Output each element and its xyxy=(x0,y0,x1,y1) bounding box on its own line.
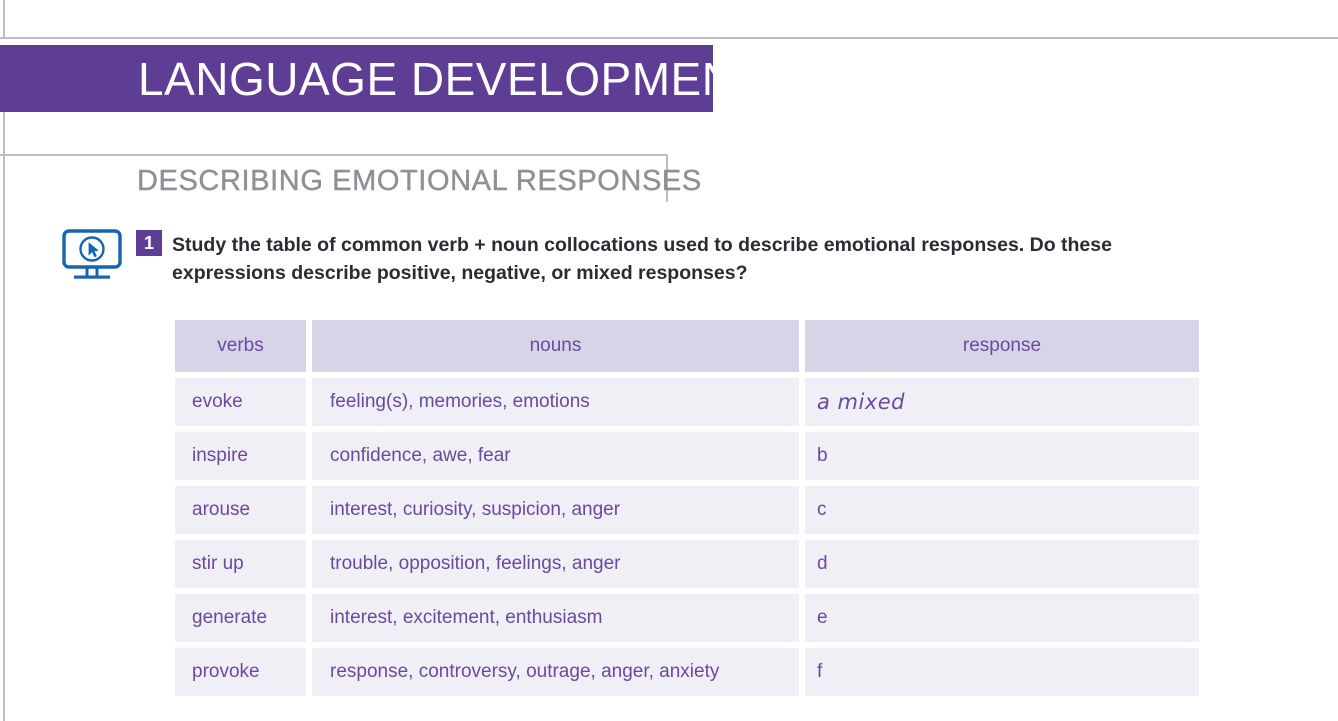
response-cell[interactable]: f xyxy=(805,648,1199,696)
response-cell[interactable]: d xyxy=(805,540,1199,588)
verb-cell: arouse xyxy=(175,486,306,534)
response-cell[interactable]: e xyxy=(805,594,1199,642)
verb-cell: inspire xyxy=(175,432,306,480)
table-row: evoke feeling(s), memories, emotions a m… xyxy=(175,378,1199,426)
task-instruction: Study the table of common verb + noun co… xyxy=(172,234,1112,284)
verb-cell: provoke xyxy=(175,648,306,696)
response-answer: a mixed xyxy=(817,390,906,414)
table-header-row: verbs nouns response xyxy=(175,320,1199,372)
section-subtitle: DESCRIBING EMOTIONAL RESPONSES xyxy=(137,165,702,197)
response-cell[interactable]: c xyxy=(805,486,1199,534)
response-cell[interactable]: b xyxy=(805,432,1199,480)
table-row: stir up trouble, opposition, feelings, a… xyxy=(175,540,1199,588)
nouns-cell: confidence, awe, fear xyxy=(312,432,799,480)
left-margin-rule-bottom xyxy=(3,156,5,721)
nouns-cell: response, controversy, outrage, anger, a… xyxy=(312,648,799,696)
table-row: provoke response, controversy, outrage, … xyxy=(175,648,1199,696)
top-divider-rule xyxy=(0,37,1338,39)
left-margin-rule-top xyxy=(3,0,5,38)
verb-cell: stir up xyxy=(175,540,306,588)
verb-cell: evoke xyxy=(175,378,306,426)
table-row: inspire confidence, awe, fear b xyxy=(175,432,1199,480)
column-header-verbs: verbs xyxy=(175,320,306,372)
nouns-cell: interest, curiosity, suspicion, anger xyxy=(312,486,799,534)
nouns-cell: interest, excitement, enthusiasm xyxy=(312,594,799,642)
column-header-response: response xyxy=(805,320,1199,372)
verb-cell: generate xyxy=(175,594,306,642)
left-margin-rule-middle xyxy=(3,110,5,156)
monitor-cursor-icon xyxy=(60,227,124,283)
column-header-nouns: nouns xyxy=(312,320,799,372)
subtitle-top-rule xyxy=(0,154,668,156)
nouns-cell: trouble, opposition, feelings, anger xyxy=(312,540,799,588)
page-title: LANGUAGE DEVELOPMENT xyxy=(138,53,765,105)
nouns-cell: feeling(s), memories, emotions xyxy=(312,378,799,426)
task-number-badge: 1 xyxy=(136,230,162,256)
response-cell[interactable]: a mixed xyxy=(805,378,1199,426)
table-row: arouse interest, curiosity, suspicion, a… xyxy=(175,486,1199,534)
collocations-table: verbs nouns response evoke feeling(s), m… xyxy=(175,320,1199,702)
table-row: generate interest, excitement, enthusias… xyxy=(175,594,1199,642)
